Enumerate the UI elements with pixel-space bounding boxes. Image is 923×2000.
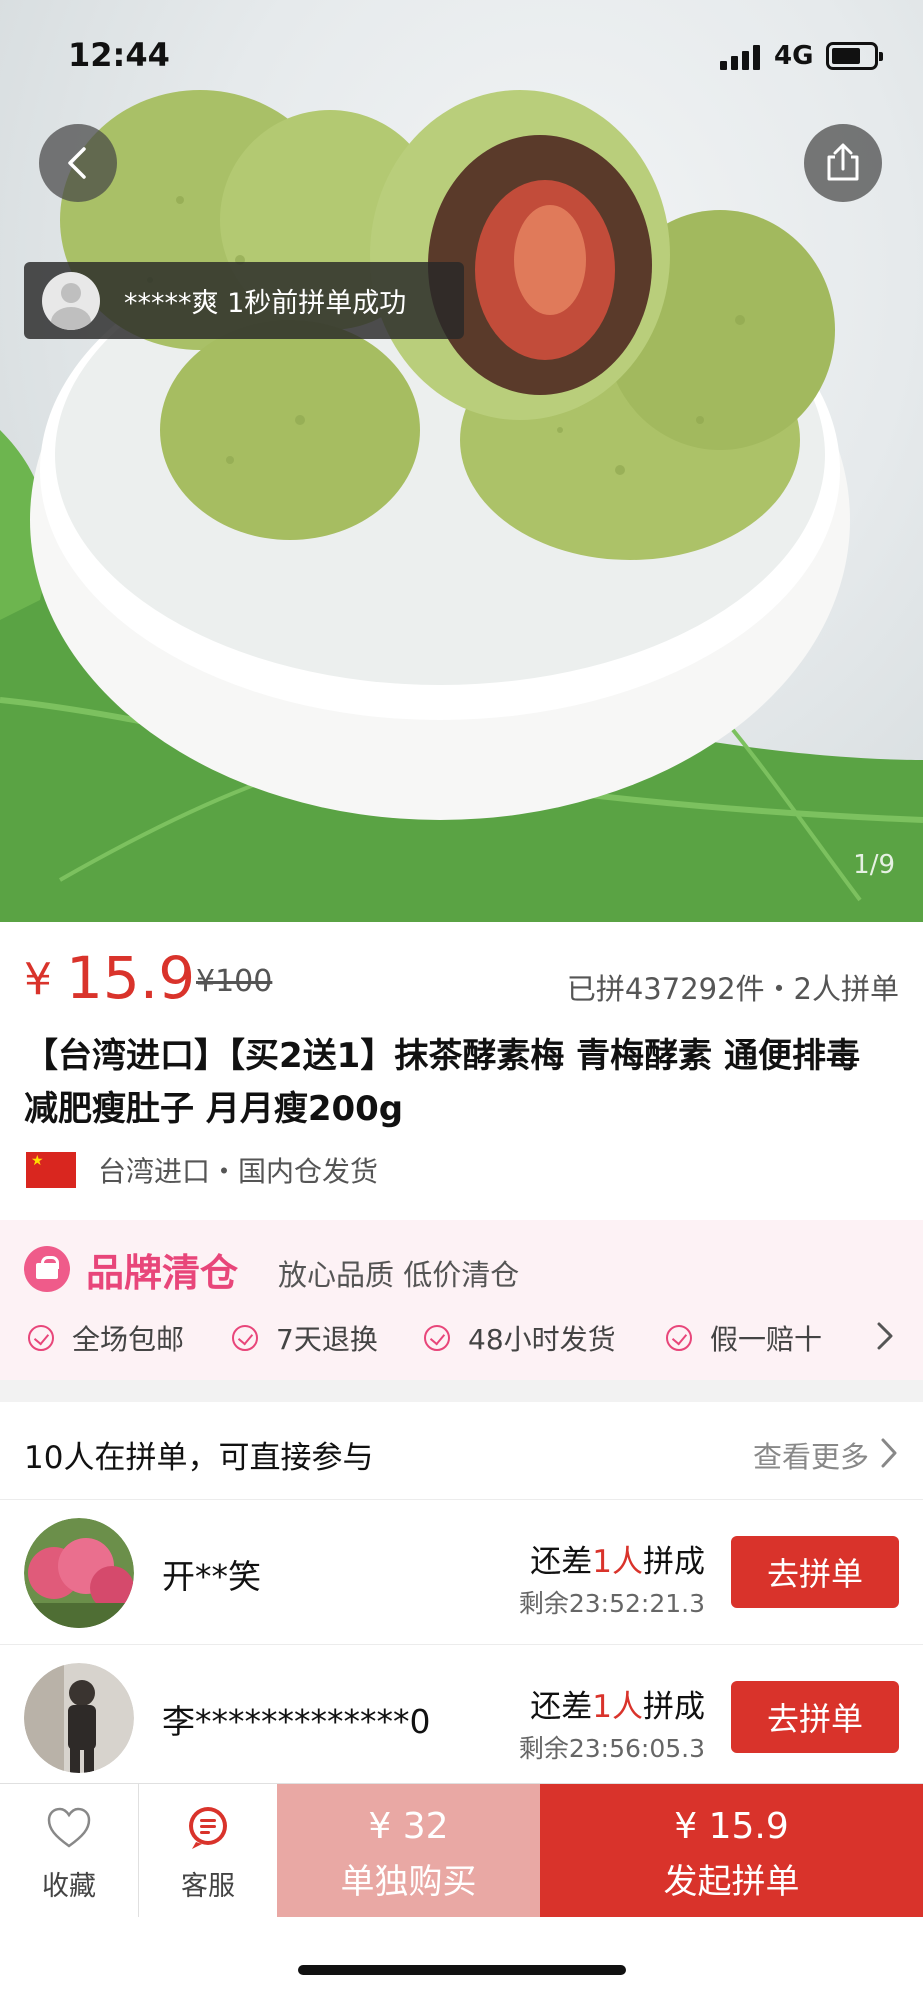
missing-count: 还差1人拼成 bbox=[530, 1689, 705, 1725]
guarantee-item: 假一赔十 bbox=[666, 1318, 822, 1358]
home-indicator[interactable] bbox=[298, 1965, 626, 1975]
chevron-right-icon[interactable] bbox=[867, 1318, 903, 1354]
guarantee-item: 全场包邮 bbox=[28, 1318, 184, 1358]
product-title: 【台湾进口】【买2送1】抹茶酵素梅 青梅酵素 通便排毒 减肥瘦肚子 月月瘦200… bbox=[24, 1036, 860, 1129]
group-success-toast: *****爽 1秒前拼单成功 bbox=[24, 262, 464, 339]
group-buy-row: 开**笑 还差1人拼成 剩余23:52:21.3 去拼单 bbox=[0, 1500, 923, 1645]
favorite-label: 收藏 bbox=[42, 1871, 96, 1902]
avatar bbox=[24, 1663, 134, 1773]
product-photo bbox=[0, 90, 923, 922]
participant-name: 开**笑 bbox=[162, 1557, 261, 1596]
single-label: 单独购买 bbox=[340, 1862, 477, 1902]
check-circle-icon bbox=[28, 1325, 54, 1351]
image-counter: 1/9 bbox=[853, 850, 895, 880]
missing-count: 还差1人拼成 bbox=[530, 1544, 705, 1580]
status-bar: 12:44 4G bbox=[0, 0, 923, 110]
check-circle-icon bbox=[232, 1325, 258, 1351]
status-time: 12:44 bbox=[68, 36, 170, 74]
view-more-link[interactable]: 查看更多 bbox=[753, 1434, 869, 1476]
network-type: 4G bbox=[774, 41, 814, 71]
group-price: 15.9 bbox=[66, 944, 196, 1012]
avatar bbox=[24, 1518, 134, 1628]
section-divider bbox=[0, 1380, 923, 1402]
origin-info: 台湾进口・国内仓发货 bbox=[26, 1150, 378, 1190]
remaining-time: 剩余23:56:05.3 bbox=[518, 1734, 705, 1763]
check-circle-icon bbox=[424, 1325, 450, 1351]
buy-alone-button[interactable]: ¥ 32 单独购买 bbox=[277, 1784, 540, 1917]
group-buy-label: 发起拼单 bbox=[663, 1862, 800, 1902]
favorite-button[interactable]: 收藏 bbox=[0, 1784, 138, 1917]
price-row: ¥ 15.9 ¥100 已拼437292件・2人拼单 bbox=[24, 944, 899, 1020]
brand-clearance-banner[interactable]: 品牌清仓 放心品质 低价清仓 全场包邮 7天退换 48小时发货 假一赔十 bbox=[0, 1220, 923, 1380]
single-price: ¥ 32 bbox=[368, 1806, 449, 1847]
start-group-buy-button[interactable]: ¥ 15.9 发起拼单 bbox=[540, 1784, 923, 1917]
share-icon bbox=[827, 143, 859, 181]
brand-title: 品牌清仓 bbox=[86, 1251, 239, 1295]
product-image-gallery[interactable]: 12:44 4G *****爽 1秒前拼单成功 1/9 bbox=[0, 0, 923, 922]
chevron-right-icon[interactable] bbox=[875, 1436, 903, 1470]
back-button[interactable] bbox=[39, 124, 117, 202]
heart-icon bbox=[47, 1807, 91, 1848]
shopping-bag-icon bbox=[24, 1246, 70, 1292]
signal-icon bbox=[720, 44, 764, 70]
join-group-button[interactable]: 去拼单 bbox=[731, 1681, 899, 1753]
guarantee-item: 7天退换 bbox=[232, 1318, 378, 1358]
guarantee-item: 48小时发货 bbox=[424, 1318, 616, 1358]
brand-subtitle: 放心品质 低价清仓 bbox=[278, 1258, 520, 1292]
bottom-action-bar: 收藏 客服 ¥ 32 单独购买 ¥ 15.9 发起拼单 bbox=[0, 1783, 923, 1917]
group-buy-header: 10人在拼单，可直接参与 查看更多 bbox=[0, 1402, 923, 1500]
back-arrow-icon bbox=[68, 147, 86, 179]
original-price: ¥100 bbox=[196, 964, 273, 999]
customer-service-label: 客服 bbox=[181, 1871, 235, 1902]
sold-count: 已拼437292件・2人拼单 bbox=[566, 972, 899, 1006]
battery-icon bbox=[826, 42, 883, 70]
remaining-time: 剩余23:52:21.3 bbox=[518, 1589, 705, 1618]
origin-text: 台湾进口・国内仓发货 bbox=[98, 1155, 379, 1188]
share-button[interactable] bbox=[804, 124, 882, 202]
china-flag-icon bbox=[26, 1152, 76, 1188]
check-circle-icon bbox=[666, 1325, 692, 1351]
toast-text: *****爽 1秒前拼单成功 bbox=[124, 288, 407, 319]
group-buy-row: 李*************0 还差1人拼成 剩余23:56:05.3 去拼单 bbox=[0, 1645, 923, 1790]
group-buy-price: ¥ 15.9 bbox=[674, 1806, 789, 1847]
participant-name: 李*************0 bbox=[162, 1702, 431, 1741]
currency-symbol: ¥ bbox=[24, 954, 52, 1005]
join-group-button[interactable]: 去拼单 bbox=[731, 1536, 899, 1608]
group-buy-title: 10人在拼单，可直接参与 bbox=[24, 1440, 374, 1476]
avatar-placeholder-icon bbox=[42, 271, 100, 330]
customer-service-button[interactable]: 客服 bbox=[139, 1784, 277, 1917]
chat-icon bbox=[189, 1807, 227, 1849]
